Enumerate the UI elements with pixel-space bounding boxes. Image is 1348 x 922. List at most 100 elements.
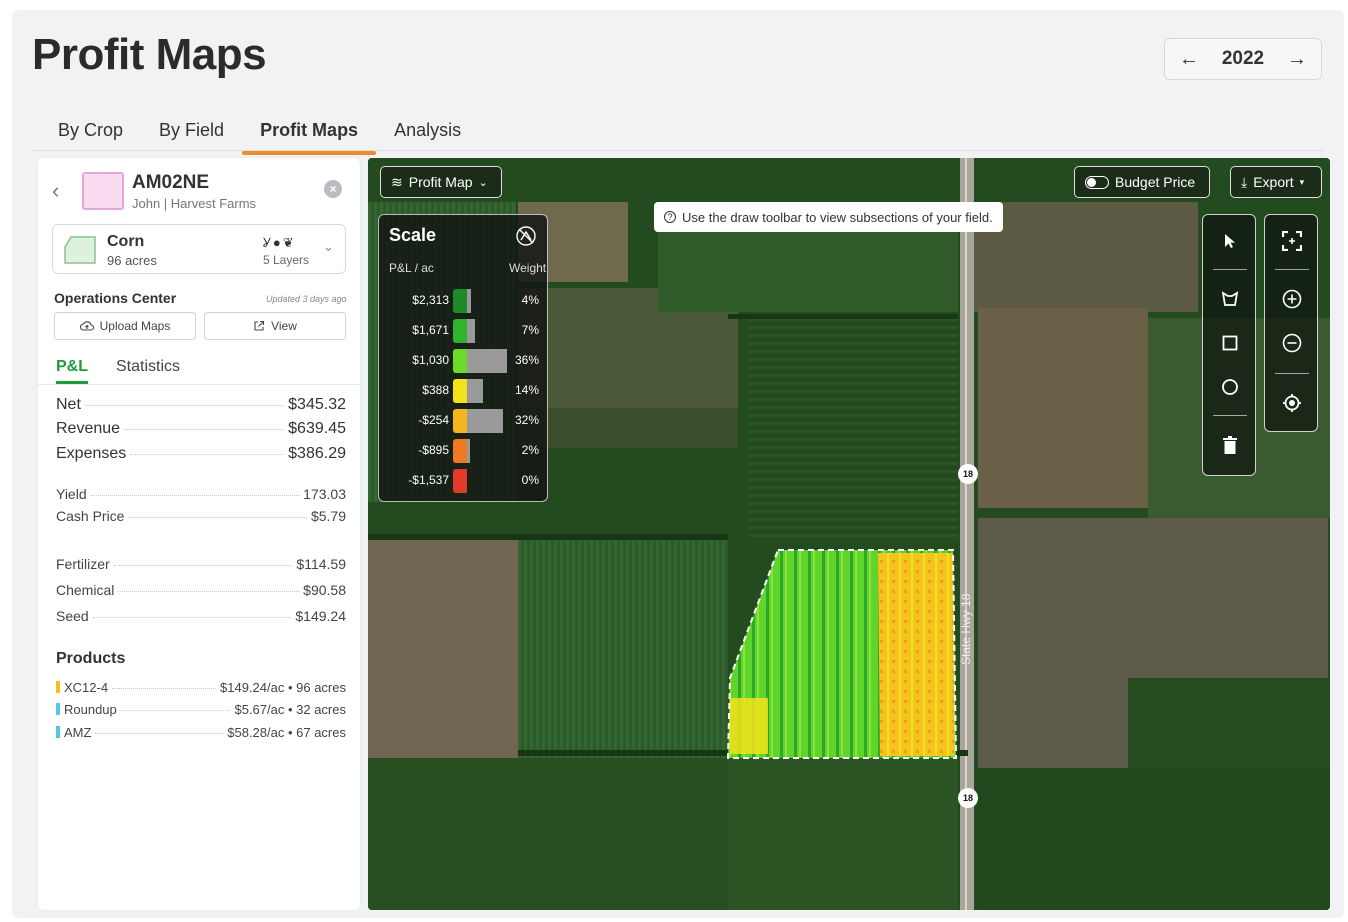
crop-acres: 96 acres xyxy=(107,253,157,268)
upload-maps-label: Upload Maps xyxy=(99,319,171,333)
tab-by-crop[interactable]: By Crop xyxy=(40,114,141,151)
pointer-icon[interactable] xyxy=(1203,221,1257,261)
crop-name: Corn xyxy=(107,233,145,250)
locate-icon[interactable] xyxy=(1265,383,1319,423)
pl-label: Yield xyxy=(56,486,87,502)
route-shield-icon: 18 xyxy=(958,788,978,808)
pl-value: $386.29 xyxy=(288,445,346,462)
pl-value: $345.32 xyxy=(288,396,346,413)
scale-weight-header: Weight xyxy=(509,261,547,275)
route-shield-icon: 18 xyxy=(958,464,978,484)
pl-value: $639.45 xyxy=(288,420,346,437)
zoom-in-icon[interactable] xyxy=(1265,279,1319,319)
scale-weight-bar xyxy=(467,319,475,343)
square-icon[interactable] xyxy=(1203,323,1257,363)
view-button[interactable]: View xyxy=(204,312,346,340)
scale-legend: Scale P&L / ac Weight $2,313 4% $1,671 7% $1… xyxy=(378,214,548,502)
fit-screen-icon[interactable] xyxy=(1265,221,1319,261)
export-button[interactable]: ⤓ Export ▾ xyxy=(1230,166,1322,198)
help-icon: ? xyxy=(664,211,676,223)
pl-label: Cash Price xyxy=(56,508,125,524)
scale-row: -$895 2% xyxy=(379,437,549,465)
scale-title: Scale xyxy=(389,225,437,245)
external-link-icon xyxy=(254,320,265,331)
scale-weight-value: 4% xyxy=(521,293,539,307)
scale-pl-value: -$895 xyxy=(418,443,449,457)
field-shape-icon xyxy=(64,236,96,264)
scale-color-swatch xyxy=(453,289,467,313)
tab-profit-maps[interactable]: Profit Maps xyxy=(242,114,377,155)
view-toolbar xyxy=(1264,214,1318,432)
upload-maps-button[interactable]: Upload Maps xyxy=(54,312,196,340)
pl-label: Expenses xyxy=(56,445,127,462)
field-name: AM02NE xyxy=(132,172,210,193)
close-icon[interactable]: × xyxy=(324,180,342,198)
chevron-left-icon[interactable]: ‹ xyxy=(52,178,59,204)
tab-statistics[interactable]: Statistics xyxy=(116,358,180,382)
scale-weight-bar xyxy=(467,439,470,463)
pl-row-seed: Seed $149.24 xyxy=(56,608,346,624)
scale-row: -$1,537 0% xyxy=(379,467,549,495)
scale-pl-header: P&L / ac xyxy=(389,261,434,275)
hide-scale-icon[interactable] xyxy=(515,225,537,247)
product-color-mark xyxy=(56,703,60,715)
polygon-icon[interactable] xyxy=(1203,279,1257,319)
pl-row-net: Net $345.32 xyxy=(56,396,346,414)
layer-count: 5 Layers xyxy=(263,253,310,267)
tab-pl[interactable]: P&L xyxy=(56,358,88,384)
product-row: XC12-4 $149.24/ac • 96 acres xyxy=(56,680,346,695)
zoom-out-icon[interactable] xyxy=(1265,323,1319,363)
scale-pl-value: -$254 xyxy=(418,413,449,427)
operations-updated: Updated 3 days ago xyxy=(266,294,347,304)
pl-row-cash-price: Cash Price $5.79 xyxy=(56,508,346,524)
scale-color-swatch xyxy=(453,379,467,403)
operations-title: Operations Center xyxy=(54,290,177,306)
seedling-icon: Ỿ xyxy=(263,235,273,250)
tab-analysis[interactable]: Analysis xyxy=(376,114,479,151)
product-value: $5.67/ac • 32 acres xyxy=(234,702,346,717)
scale-weight-bar xyxy=(467,349,507,373)
circle-icon[interactable] xyxy=(1203,367,1257,407)
subtab-divider xyxy=(38,384,360,385)
scale-pl-value: $1,030 xyxy=(412,353,449,367)
tab-by-field[interactable]: By Field xyxy=(141,114,242,151)
view-label: View xyxy=(271,319,297,333)
trash-icon[interactable] xyxy=(1203,425,1257,465)
pl-label: Seed xyxy=(56,608,89,624)
scale-color-swatch xyxy=(453,409,467,433)
crop-selector[interactable]: Corn 96 acres Ỿ●❦ 5 Layers ⌄ xyxy=(52,224,346,274)
product-row: Roundup $5.67/ac • 32 acres xyxy=(56,702,346,717)
pl-row-yield: Yield 173.03 xyxy=(56,486,346,502)
arrow-left-icon[interactable]: ← xyxy=(1179,48,1199,71)
scale-weight-value: 32% xyxy=(514,413,539,427)
draw-toolbar xyxy=(1202,214,1256,476)
leaf-icon: ❦ xyxy=(282,235,296,250)
road-label: State Hwy 18 xyxy=(959,593,973,665)
caret-down-icon: ▾ xyxy=(1299,176,1305,187)
profit-map[interactable]: 18 18 State Hwy 18 ≋ Profit Map ⌄ Budget… xyxy=(368,158,1330,910)
scale-color-swatch xyxy=(453,439,467,463)
pl-value: $5.79 xyxy=(310,508,346,524)
scale-pl-value: $2,313 xyxy=(412,293,449,307)
field-farm: John | Harvest Farms xyxy=(132,196,257,211)
tooltip-text: Use the draw toolbar to view subsections… xyxy=(682,209,993,225)
layer-dropdown[interactable]: ≋ Profit Map ⌄ xyxy=(380,166,502,198)
pl-row-fertilizer: Fertilizer $114.59 xyxy=(56,556,346,572)
toggle-icon xyxy=(1085,175,1109,189)
field-swatch xyxy=(82,172,124,210)
arrow-right-icon[interactable]: → xyxy=(1287,48,1307,71)
pl-tabs: P&L Statistics xyxy=(56,358,180,384)
budget-price-toggle[interactable]: Budget Price xyxy=(1074,166,1210,198)
pl-label: Revenue xyxy=(56,420,121,437)
pl-value: $114.59 xyxy=(296,556,346,572)
scale-color-swatch xyxy=(453,469,467,493)
scale-row: -$254 32% xyxy=(379,407,549,435)
app-frame: Profit Maps ← 2022 → By Crop By Field Pr… xyxy=(12,10,1344,918)
scale-weight-value: 7% xyxy=(521,323,539,337)
pl-row-chemical: Chemical $90.58 xyxy=(56,582,346,598)
main-tabs: By Crop By Field Profit Maps Analysis xyxy=(40,114,479,155)
export-label: Export xyxy=(1253,174,1294,190)
page-title: Profit Maps xyxy=(32,30,267,79)
product-name: AMZ xyxy=(64,725,92,740)
pl-label: Chemical xyxy=(56,582,115,598)
